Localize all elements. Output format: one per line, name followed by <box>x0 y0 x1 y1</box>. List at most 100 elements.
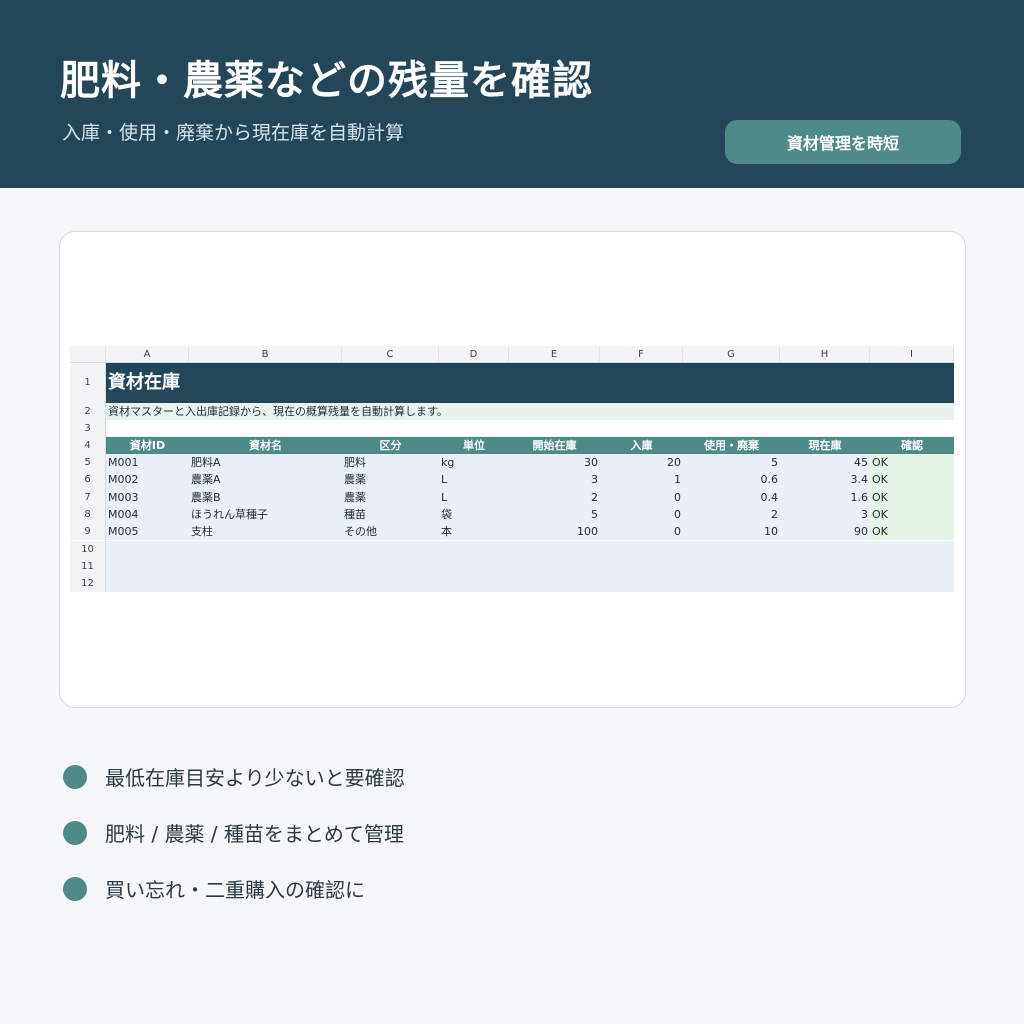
cell-used-disposed[interactable]: 2 <box>683 505 780 524</box>
table-row: 9 M005 支柱 その他本 100 0 10 90 OK <box>70 523 954 541</box>
sheet-description-cell[interactable]: 資材マスターと入出庫記録から、現在の概算残量を自動計算します。 <box>106 403 954 420</box>
empty-table-row: 12 <box>70 575 954 593</box>
corner-cell[interactable] <box>70 346 106 362</box>
cell-used-disposed[interactable]: 0.6 <box>683 471 780 489</box>
cell-incoming[interactable]: 0 <box>600 523 683 541</box>
cell-start-stock[interactable]: 100 <box>509 523 600 541</box>
table-row: 8 M004 ほうれん草種子 種苗袋 5 0 2 3 OK <box>70 505 954 524</box>
header-current-stock[interactable]: 現在庫 <box>780 437 870 454</box>
column-header-c[interactable]: C <box>342 346 439 362</box>
cell-category[interactable]: その他 <box>342 523 439 541</box>
column-header-b[interactable]: B <box>189 346 342 362</box>
cell-unit[interactable]: 本 <box>439 523 509 541</box>
cell-material-name[interactable]: ほうれん草種子 <box>189 505 342 524</box>
cell-check[interactable]: OK <box>870 488 954 506</box>
feature-item: 肥料 / 農薬 / 種苗をまとめて管理 <box>60 818 404 847</box>
cell-unit[interactable]: 袋 <box>439 505 509 524</box>
cell-unit[interactable]: L <box>439 488 509 506</box>
cell-category[interactable]: 農薬 <box>342 471 439 489</box>
header-category[interactable]: 区分 <box>342 437 439 454</box>
row-number[interactable]: 6 <box>70 471 106 489</box>
bullet-dot-icon <box>63 764 87 789</box>
feature-text: 買い忘れ・二重購入の確認に <box>105 878 365 902</box>
column-header-i[interactable]: I <box>870 346 954 362</box>
header-material-id[interactable]: 資材ID <box>106 437 189 454</box>
cell-unit[interactable]: kg <box>439 454 509 472</box>
row-number[interactable]: 9 <box>70 523 106 541</box>
header-start-stock[interactable]: 開始在庫 <box>509 437 600 454</box>
cell-current-stock[interactable]: 3 <box>780 505 870 524</box>
feature-text: 最低在庫目安より少ないと要確認 <box>105 766 405 790</box>
column-header-f[interactable]: F <box>600 346 683 362</box>
cell-category[interactable]: 農薬 <box>342 488 439 506</box>
row-number[interactable]: 10 <box>70 540 106 558</box>
row-number[interactable]: 3 <box>70 420 106 437</box>
cell-material-id[interactable]: M001 <box>106 454 189 472</box>
cell-check[interactable]: OK <box>870 505 954 524</box>
cell-unit[interactable]: L <box>439 471 509 489</box>
bullet-dot-icon <box>63 820 87 845</box>
column-header-row: A B C D E F G H I <box>70 346 954 363</box>
cell-incoming[interactable]: 1 <box>600 471 683 489</box>
header-banner: 肥料・農薬などの残量を確認 入庫・使用・廃棄から現在庫を自動計算 資材管理を時短 <box>0 0 1024 188</box>
row-number[interactable]: 12 <box>70 575 106 593</box>
row-number[interactable]: 1 <box>70 363 106 403</box>
header-incoming[interactable]: 入庫 <box>600 437 683 454</box>
cell-check[interactable]: OK <box>870 454 954 472</box>
cell-material-id[interactable]: M004 <box>106 505 189 524</box>
row-number[interactable]: 2 <box>70 403 106 420</box>
cell-category[interactable]: 肥料 <box>342 454 439 472</box>
cell-incoming[interactable]: 20 <box>600 454 683 472</box>
empty-cell[interactable] <box>106 575 954 593</box>
cell-start-stock[interactable]: 5 <box>509 505 600 524</box>
cell-material-id[interactable]: M003 <box>106 488 189 506</box>
cell-material-name[interactable]: 肥料A <box>189 454 342 472</box>
table-row: 5 M001 肥料A 肥料 kg 30 20 5 45 OK <box>70 454 954 472</box>
cell-incoming[interactable]: 0 <box>600 505 683 524</box>
row-number[interactable]: 11 <box>70 557 106 576</box>
cell-used-disposed[interactable]: 10 <box>683 523 780 541</box>
empty-cell[interactable] <box>106 420 954 437</box>
cell-material-name[interactable]: 農薬B <box>189 488 342 506</box>
column-header-e[interactable]: E <box>509 346 600 362</box>
cell-used-disposed[interactable]: 0.4 <box>683 488 780 506</box>
cell-current-stock[interactable]: 45 <box>780 454 870 472</box>
empty-table-row: 11 <box>70 557 954 576</box>
cell-start-stock[interactable]: 3 <box>509 471 600 489</box>
column-header-h[interactable]: H <box>780 346 870 362</box>
column-header-g[interactable]: G <box>683 346 780 362</box>
header-check[interactable]: 確認 <box>870 437 954 454</box>
header-material-name[interactable]: 資材名 <box>189 437 342 454</box>
spreadsheet: A B C D E F G H I 1 資材在庫 2 資材マスターと入出庫記録か… <box>70 346 954 593</box>
bullet-dot-icon <box>63 876 87 901</box>
row-number[interactable]: 4 <box>70 437 106 454</box>
empty-cell[interactable] <box>106 557 954 576</box>
cell-start-stock[interactable]: 30 <box>509 454 600 472</box>
column-header-a[interactable]: A <box>106 346 189 362</box>
column-header-d[interactable]: D <box>439 346 509 362</box>
cell-current-stock[interactable]: 1.6 <box>780 488 870 506</box>
header-used-disposed[interactable]: 使用・廃棄 <box>683 437 780 454</box>
cell-check[interactable]: OK <box>870 523 954 541</box>
sheet-title-cell[interactable]: 資材在庫 <box>106 363 954 403</box>
cell-incoming[interactable]: 0 <box>600 488 683 506</box>
cell-current-stock[interactable]: 3.4 <box>780 471 870 489</box>
sheet-row-1: 1 資材在庫 <box>70 363 954 403</box>
cell-used-disposed[interactable]: 5 <box>683 454 780 472</box>
cell-material-id[interactable]: M002 <box>106 471 189 489</box>
time-saving-badge: 資材管理を時短 <box>725 120 961 164</box>
feature-item: 最低在庫目安より少ないと要確認 <box>60 762 405 791</box>
row-number[interactable]: 7 <box>70 488 106 506</box>
empty-cell[interactable] <box>106 540 954 558</box>
cell-material-name[interactable]: 支柱 <box>189 523 342 541</box>
cell-start-stock[interactable]: 2 <box>509 488 600 506</box>
header-unit[interactable]: 単位 <box>439 437 509 454</box>
row-number[interactable]: 5 <box>70 454 106 472</box>
cell-check[interactable]: OK <box>870 471 954 489</box>
row-number[interactable]: 8 <box>70 505 106 524</box>
cell-material-name[interactable]: 農薬A <box>189 471 342 489</box>
cell-material-id[interactable]: M005 <box>106 523 189 541</box>
cell-current-stock[interactable]: 90 <box>780 523 870 541</box>
sheet-row-3: 3 <box>70 420 954 437</box>
cell-category[interactable]: 種苗 <box>342 505 439 524</box>
